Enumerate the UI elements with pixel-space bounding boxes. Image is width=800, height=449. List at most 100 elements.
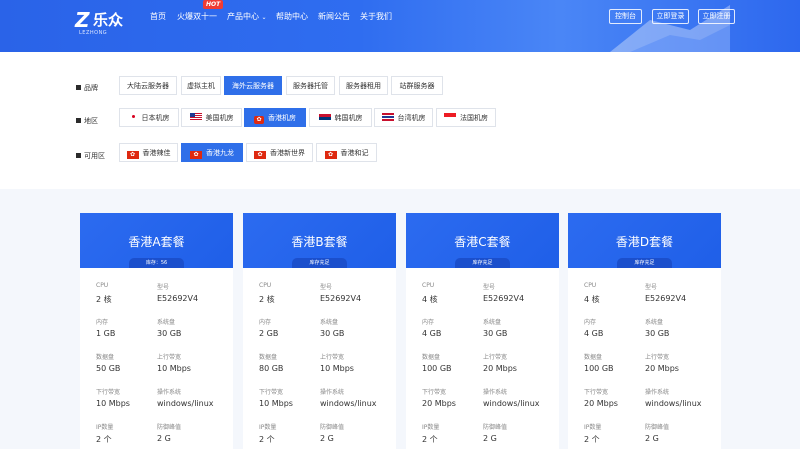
spec-value: E52692V4 (645, 294, 687, 303)
header-decoration (610, 5, 730, 52)
spec-label: 上行带宽 (157, 354, 182, 361)
package-card[interactable]: 香港B套餐 库存充足 CPU 2 核 型号 E52692V4 内存 2 GB 系统盘 30 GB 数… (243, 213, 396, 449)
console-button[interactable]: 控制台 (609, 9, 642, 24)
spec-value: 30 GB (157, 329, 182, 338)
spec-label: 型号 (157, 284, 170, 291)
stock-badge: 库存充足 (455, 258, 510, 268)
zone-option-label: 香港九龙 (206, 149, 234, 157)
logo-mark-icon: Z (75, 8, 90, 32)
brand-filter-label: 品牌 (76, 83, 98, 93)
usa-flag-icon (189, 113, 202, 121)
hongkong-flag-icon: ✿ (324, 151, 337, 159)
spec-label: 型号 (483, 284, 496, 291)
spec-value: 4 GB (584, 329, 604, 338)
spec-value: 30 GB (645, 329, 670, 338)
region-filter-label: 地区 (76, 116, 98, 126)
zone-option-selected[interactable]: ✿ 香港九龙 (181, 143, 243, 162)
spec-label: 系统盘 (483, 319, 502, 326)
spec-value: E52692V4 (157, 294, 199, 303)
nav-about[interactable]: 关于我们 (360, 11, 392, 22)
spec-label: 上行带宽 (483, 354, 508, 361)
spec-value: windows/linux (320, 399, 377, 408)
hongkong-flag-icon: ✿ (126, 151, 139, 159)
brand-option[interactable]: 大陆云服务器 (119, 76, 177, 95)
package-card[interactable]: 香港A套餐 库存：56 CPU 2 核 型号 E52692V4 内存 1 GB 系统盘 30 GB… (80, 213, 233, 449)
login-button[interactable]: 立即登录 (652, 9, 689, 24)
spec-value: 20 Mbps (422, 399, 456, 408)
nav-double11[interactable]: 火爆双十一 (177, 11, 217, 22)
region-option-hongkong-selected[interactable]: ✿ 香港机房 (244, 108, 306, 127)
region-option-label: 法国机房 (460, 114, 488, 122)
spec-label: IP数量 (259, 424, 277, 431)
spec-label: 内存 (422, 319, 435, 326)
brand-option[interactable]: 站群服务器 (391, 76, 443, 95)
region-option-label: 日本机房 (141, 114, 170, 122)
zone-option-label: 香港辣佳 (142, 149, 171, 157)
zone-option[interactable]: ✿ 香港新世界 (246, 143, 313, 162)
spec-value: windows/linux (645, 399, 702, 408)
region-option-usa[interactable]: 美国机房 (181, 108, 242, 127)
spec-value: 4 核 (422, 295, 438, 304)
package-card[interactable]: 香港D套餐 库存充足 CPU 4 核 型号 E52692V4 内存 4 GB 系统盘 30 GB 数… (568, 213, 721, 449)
nav-home[interactable]: 首页 (150, 11, 166, 22)
spec-label: 操作系统 (157, 389, 182, 396)
package-card-header: 香港B套餐 库存充足 (243, 213, 396, 268)
region-option-label: 台湾机房 (397, 114, 426, 122)
spec-label: 防御峰值 (483, 424, 508, 431)
spec-value: 2 GB (259, 329, 279, 338)
spec-label: 防御峰值 (645, 424, 670, 431)
brand-option[interactable]: 服务器托管 (286, 76, 335, 95)
logo[interactable]: Z 乐众 LEZHONG (75, 6, 125, 36)
package-card-header: 香港C套餐 库存充足 (406, 213, 559, 268)
spec-value: 30 GB (320, 329, 345, 338)
spec-label: 防御峰值 (320, 424, 345, 431)
spec-label: 操作系统 (320, 389, 345, 396)
nav-news[interactable]: 新闻公告 (318, 11, 350, 22)
package-title: 香港A套餐 (128, 235, 185, 249)
spec-label: CPU (259, 282, 272, 289)
spec-value: 10 Mbps (96, 399, 130, 408)
spec-value: 30 GB (483, 329, 508, 338)
region-option-france[interactable]: 法国机房 (436, 108, 496, 127)
region-option-korea[interactable]: 韩国机房 (309, 108, 372, 127)
spec-value: 2 G (483, 434, 497, 443)
chevron-down-icon: ⌄ (261, 14, 267, 21)
spec-value: 2 个 (259, 435, 275, 444)
region-option-japan[interactable]: 日本机房 (119, 108, 179, 127)
spec-value: 80 GB (259, 364, 284, 373)
register-button[interactable]: 立即注册 (698, 9, 735, 24)
nav-products-label: 产品中心 (227, 12, 259, 21)
spec-label: 数据盘 (584, 354, 603, 361)
spec-value: windows/linux (483, 399, 540, 408)
spec-value: 10 Mbps (157, 364, 191, 373)
spec-label: 内存 (96, 319, 109, 326)
spec-label: 操作系统 (483, 389, 508, 396)
hongkong-flag-icon: ✿ (190, 151, 202, 159)
spec-value: 2 个 (422, 435, 438, 444)
hongkong-flag-icon: ✿ (254, 116, 264, 124)
spec-label: 数据盘 (96, 354, 115, 361)
package-title: 香港B套餐 (291, 235, 348, 249)
spec-label: 型号 (320, 284, 333, 291)
top-header: Z 乐众 LEZHONG 首页 火爆双十一 HOT 产品中心 ⌄ 帮助中心 新闻… (0, 0, 800, 52)
zone-option-label: 香港和记 (340, 149, 369, 157)
spec-label: CPU (584, 282, 597, 289)
spec-value: 100 GB (422, 364, 452, 373)
spec-label: 内存 (259, 319, 272, 326)
spec-value: 4 核 (584, 295, 600, 304)
zone-option[interactable]: ✿ 香港和记 (316, 143, 377, 162)
nav-help[interactable]: 帮助中心 (276, 11, 308, 22)
nav-products[interactable]: 产品中心 ⌄ (227, 11, 267, 22)
spec-value: E52692V4 (320, 294, 362, 303)
france-flag-icon (444, 113, 456, 121)
spec-value: 50 GB (96, 364, 121, 373)
brand-option-selected[interactable]: 海外云服务器 (224, 76, 282, 95)
brand-option[interactable]: 虚拟主机 (181, 76, 221, 95)
zone-filter-label: 可用区 (76, 151, 105, 161)
region-option-taiwan[interactable]: 台湾机房 (374, 108, 433, 127)
brand-option[interactable]: 服务器租用 (339, 76, 388, 95)
package-card[interactable]: 香港C套餐 库存充足 CPU 4 核 型号 E52692V4 内存 4 GB 系统盘 30 GB 数… (406, 213, 559, 449)
spec-label: 系统盘 (320, 319, 339, 326)
spec-value: 10 Mbps (259, 399, 293, 408)
zone-option[interactable]: ✿ 香港辣佳 (119, 143, 178, 162)
